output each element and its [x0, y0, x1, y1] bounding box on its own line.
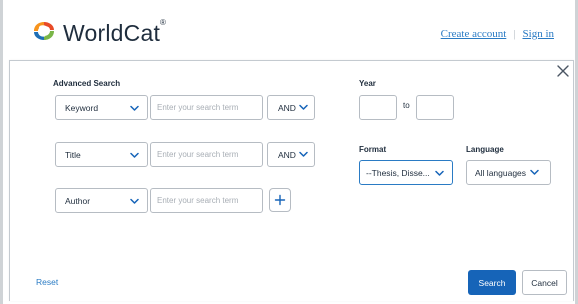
chevron-down-icon — [530, 168, 539, 178]
cancel-button[interactable]: Cancel — [522, 270, 567, 295]
field-select-2-value: Title — [65, 149, 81, 160]
logo-wordmark: WorldCat® — [63, 17, 167, 47]
search-term-input-3[interactable]: Enter your search term — [150, 188, 263, 213]
field-select-3-value: Author — [65, 195, 91, 206]
year-to-input[interactable] — [416, 95, 454, 120]
logo-wordmark-text: WorldCat — [63, 19, 161, 46]
format-label: Format — [359, 145, 387, 154]
chevron-down-icon — [299, 150, 308, 160]
year-label: Year — [359, 79, 376, 88]
chevron-down-icon — [130, 151, 139, 161]
sign-in-link[interactable]: Sign in — [523, 28, 554, 40]
search-button[interactable]: Search — [468, 270, 516, 295]
format-select-value: --Thesis, Disse... — [366, 167, 430, 178]
page-edge-left — [0, 0, 3, 304]
search-term-input-2[interactable]: Enter your search term — [150, 142, 263, 167]
field-select-1[interactable]: Keyword — [55, 95, 148, 120]
registered-mark: ® — [160, 17, 167, 27]
header-links: Create account | Sign in — [441, 28, 554, 40]
format-select[interactable]: --Thesis, Disse... — [359, 160, 453, 185]
field-select-2[interactable]: Title — [55, 142, 148, 167]
year-from-input[interactable] — [359, 95, 397, 120]
worldcat-logo-icon — [31, 19, 57, 48]
search-term-input-1[interactable]: Enter your search term — [150, 95, 263, 120]
add-row-button[interactable] — [269, 188, 291, 212]
chevron-down-icon — [435, 169, 444, 179]
plus-icon — [274, 194, 286, 206]
language-select[interactable]: All languages — [466, 160, 551, 185]
year-to-label: to — [403, 101, 410, 110]
operator-select-2[interactable]: AND — [267, 142, 315, 167]
worldcat-logo[interactable]: WorldCat® — [31, 17, 167, 48]
chevron-down-icon — [299, 103, 308, 113]
close-icon[interactable] — [556, 64, 570, 78]
language-select-value: All languages — [475, 167, 527, 178]
dialog-title: Advanced Search — [53, 79, 121, 88]
field-select-1-value: Keyword — [65, 102, 99, 113]
field-select-3[interactable]: Author — [55, 188, 148, 213]
header-separator: | — [513, 28, 516, 40]
create-account-link[interactable]: Create account — [441, 28, 507, 40]
language-label: Language — [466, 145, 504, 154]
operator-select-1-value: AND — [278, 102, 296, 113]
reset-link[interactable]: Reset — [36, 277, 58, 287]
operator-select-1[interactable]: AND — [267, 95, 315, 120]
operator-select-2-value: AND — [278, 149, 296, 160]
chevron-down-icon — [130, 197, 139, 207]
chevron-down-icon — [130, 104, 139, 114]
